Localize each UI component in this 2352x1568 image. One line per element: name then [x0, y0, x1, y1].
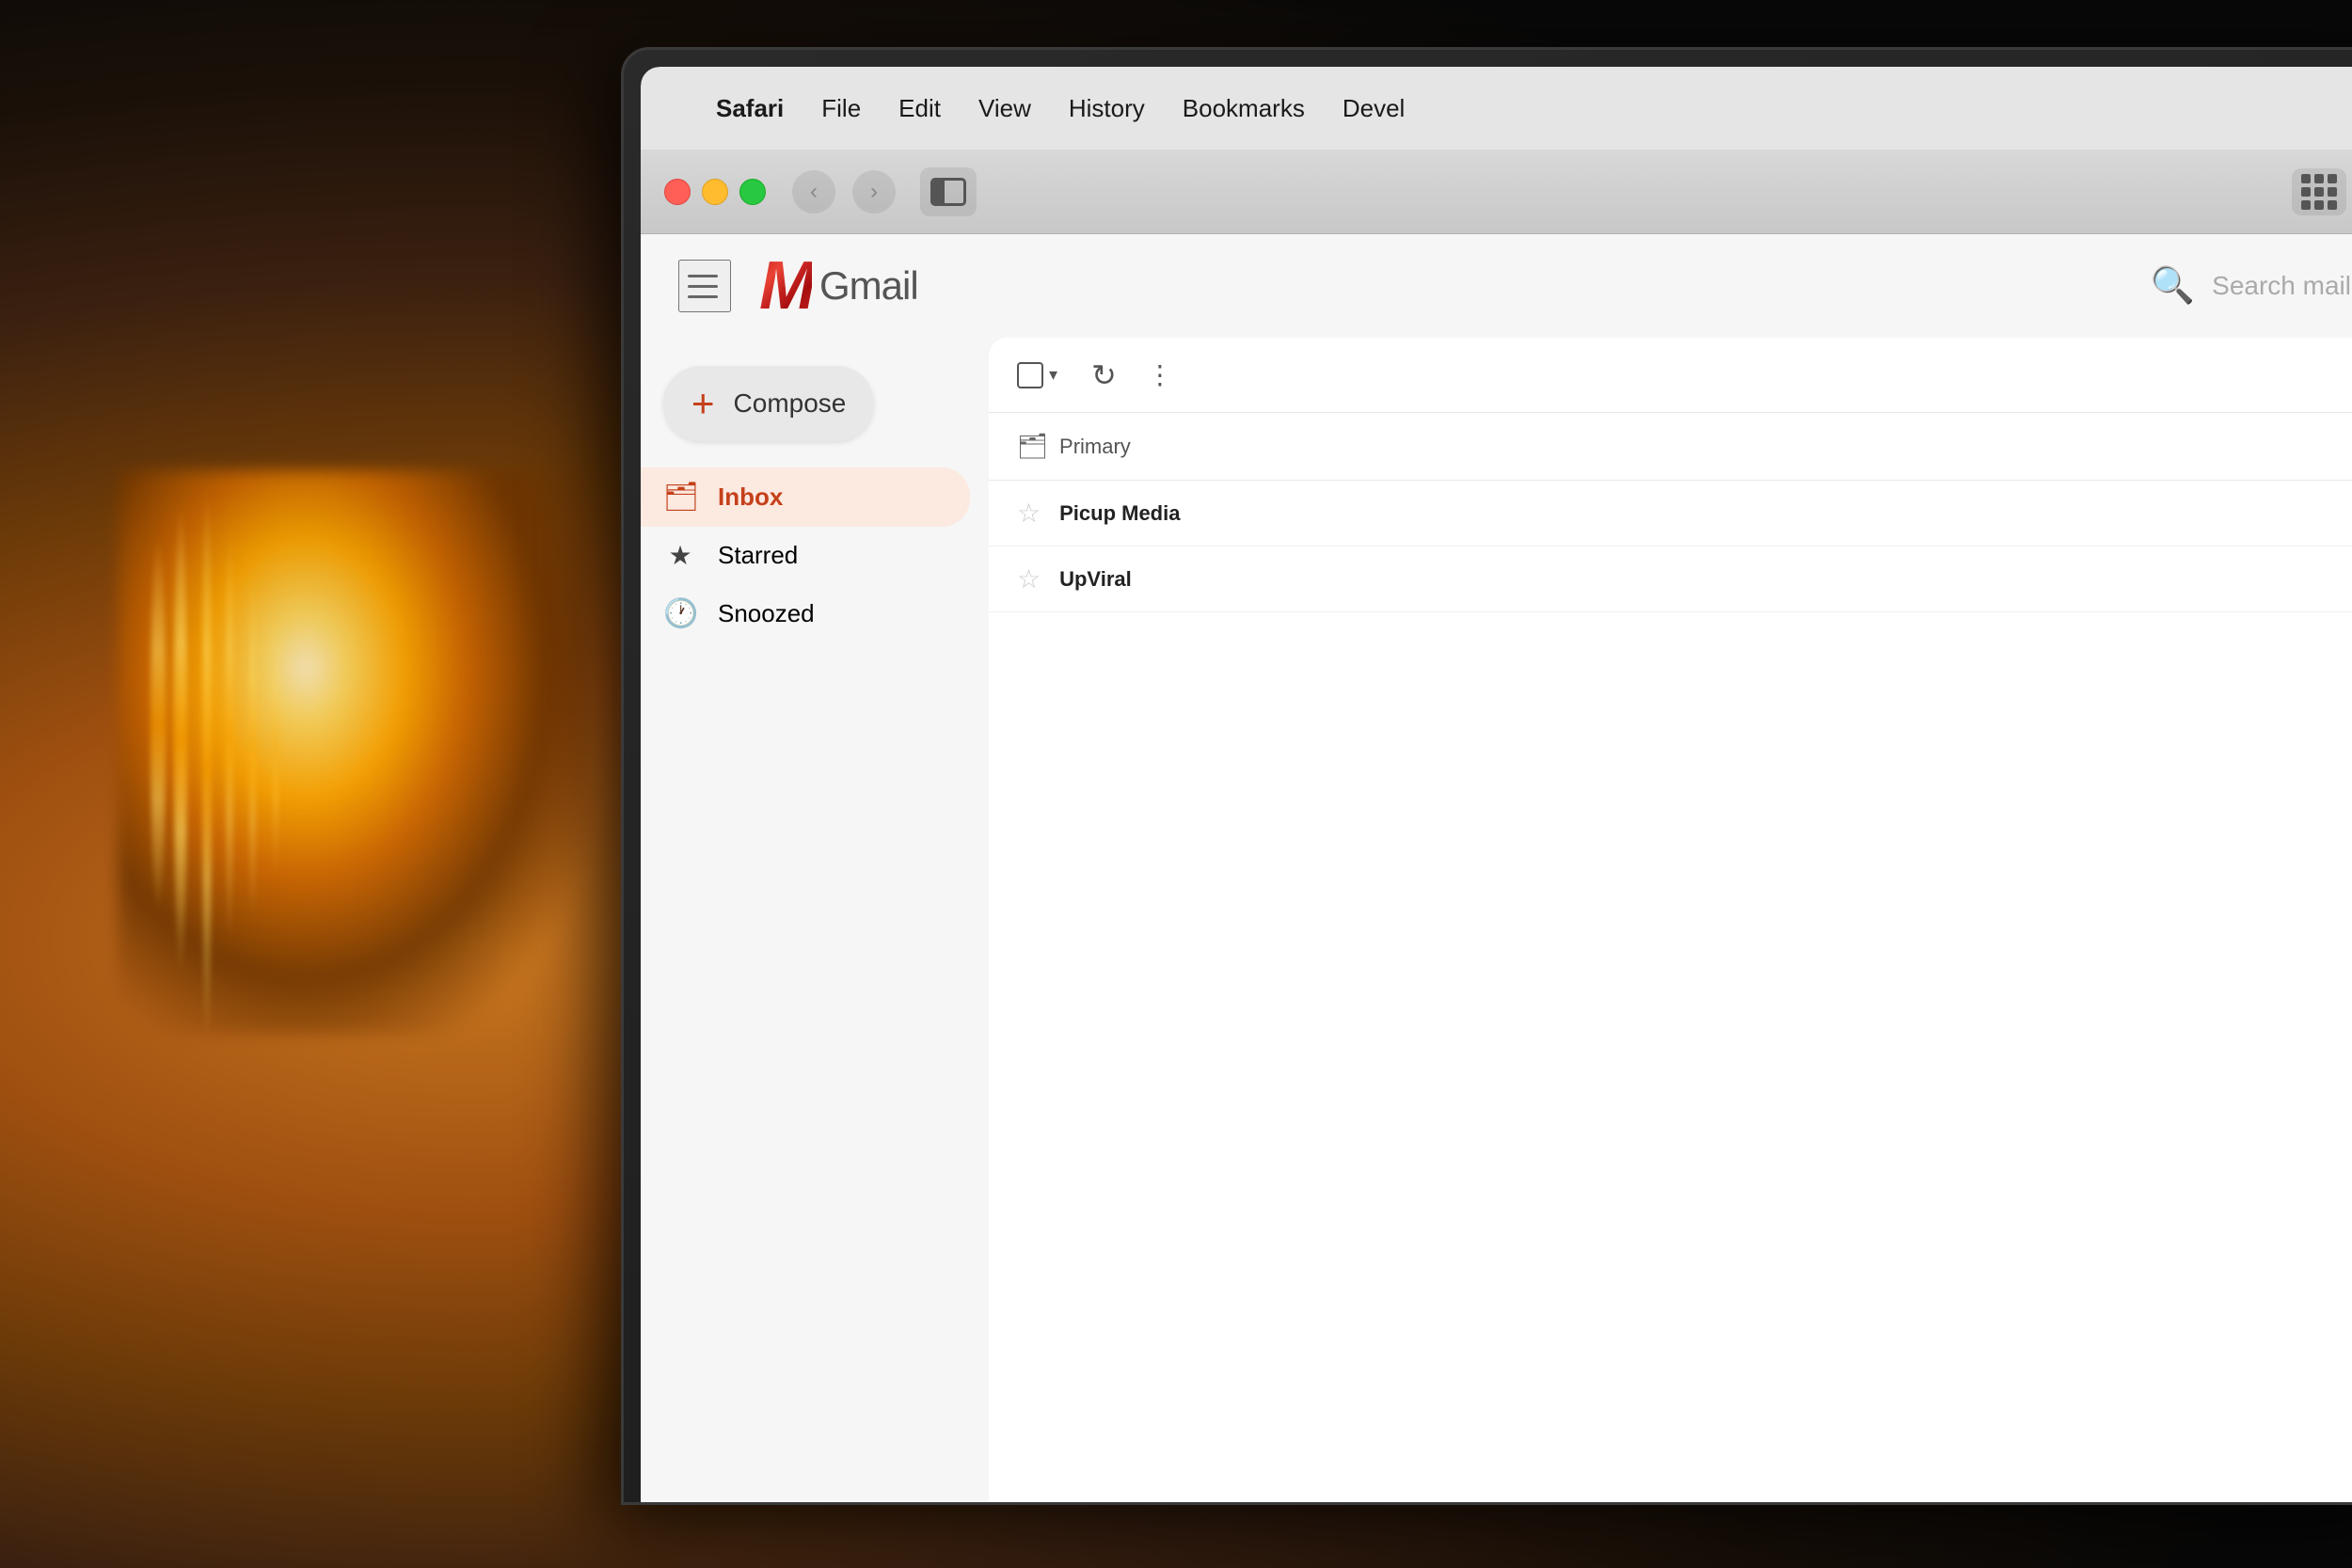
snoozed-label: Snoozed: [718, 599, 815, 628]
menu-devel[interactable]: Devel: [1343, 94, 1405, 123]
gmail-body: + Compose 🗂 Inbox ★ Starred 🕐 Snoozed: [641, 338, 2352, 1502]
minimize-button[interactable]: [702, 179, 728, 205]
inbox-icon: 🗂: [663, 481, 697, 514]
inbox-label: Inbox: [718, 483, 783, 512]
gmail-content: M Gmail 🔍 Search mail + Compose: [641, 234, 2352, 1502]
traffic-lights: [664, 179, 766, 205]
snoozed-icon: 🕐: [663, 597, 697, 630]
sidebar-toggle-icon: [930, 178, 966, 206]
sender-name: UpViral: [1059, 567, 1304, 592]
compose-label: Compose: [734, 388, 847, 419]
tabs-row: 🗂 Primary: [989, 413, 2352, 481]
forward-icon: ›: [870, 179, 878, 205]
grid-icon: [2301, 174, 2337, 210]
gmail-logo: M Gmail: [759, 252, 918, 320]
email-row[interactable]: ☆ Picup Media: [989, 481, 2352, 546]
gmail-main: ▾ ↻ ⋮ 🗂 Primary ☆: [989, 338, 2352, 1502]
email-toolbar: ▾ ↻ ⋮: [989, 338, 2352, 413]
hamburger-menu-button[interactable]: [678, 260, 731, 312]
menu-view[interactable]: View: [978, 94, 1031, 123]
menu-safari[interactable]: Safari: [716, 94, 784, 123]
more-options-button[interactable]: ⋮: [1147, 359, 1175, 390]
menu-bookmarks[interactable]: Bookmarks: [1183, 94, 1305, 123]
back-button[interactable]: ‹: [792, 170, 835, 214]
menu-file[interactable]: File: [821, 94, 861, 123]
sidebar-item-starred[interactable]: ★ Starred: [641, 527, 970, 584]
screen-bezel: Safari File Edit View History Bookmarks …: [641, 67, 2352, 1502]
hamburger-icon: [688, 275, 718, 277]
search-area[interactable]: 🔍 Search mail: [2151, 265, 2351, 307]
back-icon: ‹: [810, 179, 818, 205]
gmail-header: M Gmail 🔍 Search mail: [641, 234, 2352, 338]
tab-primary[interactable]: 🗂 Primary: [1017, 424, 1131, 468]
primary-tab-icon: 🗂: [1017, 432, 1048, 461]
maximize-button[interactable]: [739, 179, 766, 205]
gmail-text-logo: Gmail: [819, 263, 918, 309]
menu-edit[interactable]: Edit: [898, 94, 941, 123]
search-placeholder: Search mail: [2212, 271, 2351, 301]
starred-label: Starred: [718, 541, 798, 570]
checkbox-icon: [1017, 362, 1043, 388]
star-icon[interactable]: ☆: [1017, 563, 1041, 594]
forward-button[interactable]: ›: [852, 170, 896, 214]
menu-history[interactable]: History: [1069, 94, 1145, 123]
chevron-down-icon: ▾: [1049, 365, 1057, 385]
primary-tab-label: Primary: [1059, 435, 1131, 459]
hamburger-icon: [688, 285, 718, 288]
safari-toolbar: ‹ ›: [641, 150, 2352, 234]
gmail-sidebar: + Compose 🗂 Inbox ★ Starred 🕐 Snoozed: [641, 338, 989, 1502]
search-icon: 🔍: [2151, 265, 2195, 307]
laptop-frame: Safari File Edit View History Bookmarks …: [621, 47, 2352, 1505]
hamburger-icon: [688, 295, 718, 298]
compose-button[interactable]: + Compose: [663, 366, 874, 441]
sender-name: Picup Media: [1059, 501, 1304, 526]
star-icon[interactable]: ☆: [1017, 498, 1041, 529]
email-row[interactable]: ☆ UpViral: [989, 546, 2352, 612]
gmail-m-logo: M: [759, 252, 812, 320]
star-sidebar-icon: ★: [663, 540, 697, 571]
sidebar-item-snoozed[interactable]: 🕐 Snoozed: [641, 584, 970, 643]
background-streaks: [118, 470, 588, 1129]
refresh-button[interactable]: ↻: [1091, 357, 1117, 393]
macos-menubar: Safari File Edit View History Bookmarks …: [641, 67, 2352, 150]
compose-plus-icon: +: [691, 384, 715, 423]
grid-view-button[interactable]: [2292, 168, 2346, 215]
select-all-checkbox[interactable]: ▾: [1017, 362, 1057, 388]
sidebar-toggle-button[interactable]: [920, 167, 977, 216]
close-button[interactable]: [664, 179, 691, 205]
sidebar-item-inbox[interactable]: 🗂 Inbox: [641, 467, 970, 527]
